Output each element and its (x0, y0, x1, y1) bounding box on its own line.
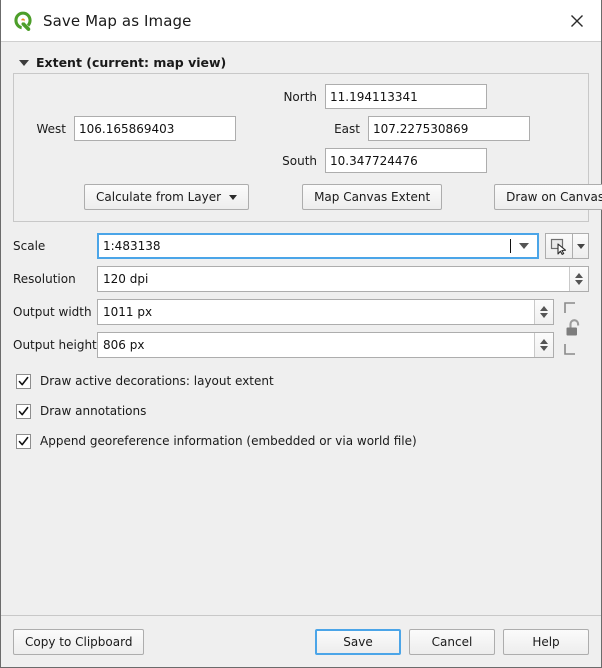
chevron-down-icon (229, 194, 238, 200)
checkbox-draw-decorations[interactable] (16, 373, 31, 389)
north-row: North (26, 84, 576, 109)
cancel-button[interactable]: Cancel (409, 628, 495, 655)
copy-to-clipboard-button[interactable]: Copy to Clipboard (13, 628, 145, 655)
extent-buttons-row: Calculate from Layer Map Canvas Extent D… (26, 184, 602, 210)
east-input[interactable] (368, 116, 530, 141)
output-width-stepper[interactable] (534, 300, 553, 324)
checkbox-append-georeference[interactable] (16, 433, 31, 449)
output-height-value: 806 px (103, 338, 145, 352)
scale-value: 1:483138 (103, 239, 161, 253)
output-width-value: 1011 px (103, 305, 153, 319)
help-button[interactable]: Help (503, 628, 589, 655)
chevron-down-icon (575, 280, 583, 285)
west-label: West (36, 121, 66, 136)
chevron-down-icon (540, 346, 548, 351)
south-label: South (282, 153, 317, 168)
chevron-up-icon (575, 273, 583, 278)
north-label: North (283, 89, 317, 104)
output-width-row: Output width 1011 px (13, 299, 554, 325)
calculate-from-layer-label: Calculate from Layer (96, 190, 222, 204)
extent-group-box: North West East South Calculate from Lay… (13, 73, 602, 222)
resolution-value: 120 dpi (103, 272, 149, 286)
dialog-title: Save Map as Image (43, 11, 192, 30)
dialog-body: Extent (current: map view) North West Ea… (1, 42, 602, 615)
checkbox-draw-annotations[interactable] (16, 403, 31, 419)
qgis-logo-icon (11, 9, 35, 33)
output-size-block: Output width 1011 px Output height 806 p… (13, 299, 589, 358)
resolution-stepper[interactable] (569, 267, 588, 291)
output-height-spinbox[interactable]: 806 px (97, 332, 554, 358)
draw-on-canvas-button[interactable]: Draw on Canvas (494, 184, 602, 210)
chevron-up-icon (540, 306, 548, 311)
output-height-row: Output height 806 px (13, 332, 554, 358)
option-draw-decorations[interactable]: Draw active decorations: layout extent (13, 370, 589, 392)
output-height-label: Output height (13, 338, 97, 352)
scale-dropdown-button[interactable] (511, 235, 537, 257)
west-input[interactable] (74, 116, 236, 141)
east-label: East (334, 121, 360, 136)
extent-group-header[interactable]: Extent (current: map view) (19, 55, 589, 70)
dialog-titlebar: Save Map as Image (1, 0, 601, 42)
scale-row: Scale 1:483138 (13, 233, 589, 259)
save-map-as-image-dialog: Save Map as Image Extent (current: map v… (0, 0, 602, 668)
output-size-fields: Output width 1011 px Output height 806 p… (13, 299, 554, 358)
map-canvas-extent-button[interactable]: Map Canvas Extent (302, 184, 443, 210)
south-input[interactable] (325, 148, 487, 173)
output-width-spinbox[interactable]: 1011 px (97, 299, 554, 325)
south-row: South (26, 148, 576, 173)
resolution-label: Resolution (13, 272, 76, 286)
chevron-up-icon (540, 339, 548, 344)
scale-label: Scale (13, 239, 46, 253)
unlocked-padlock-icon[interactable] (559, 299, 589, 358)
select-extent-cursor-icon[interactable] (545, 233, 573, 259)
chevron-down-icon (540, 313, 548, 318)
option-label-append-georeference: Append georeference information (embedde… (40, 434, 417, 448)
output-height-stepper[interactable] (534, 333, 553, 357)
chevron-down-icon[interactable] (19, 59, 29, 66)
option-append-georeference[interactable]: Append georeference information (embedde… (13, 430, 589, 452)
chevron-down-icon (576, 243, 585, 249)
close-icon[interactable] (559, 5, 595, 37)
west-east-row: West East (26, 116, 576, 141)
resolution-spinbox[interactable]: 120 dpi (97, 266, 589, 292)
chevron-down-icon (519, 243, 529, 249)
options-list: Draw active decorations: layout extent D… (13, 370, 589, 460)
calculate-from-layer-button[interactable]: Calculate from Layer (84, 184, 250, 210)
dialog-action-buttons: Save Cancel Help (315, 628, 589, 655)
north-input[interactable] (325, 84, 487, 109)
save-button[interactable]: Save (315, 628, 401, 655)
output-width-label: Output width (13, 305, 92, 319)
scale-combobox[interactable]: 1:483138 (97, 233, 539, 259)
dialog-button-bar: Copy to Clipboard Save Cancel Help (1, 615, 601, 667)
resolution-row: Resolution 120 dpi (13, 266, 589, 292)
option-draw-annotations[interactable]: Draw annotations (13, 400, 589, 422)
extent-group-title: Extent (current: map view) (36, 55, 227, 70)
option-label-draw-annotations: Draw annotations (40, 404, 147, 418)
select-extent-dropdown-button[interactable] (573, 233, 589, 259)
option-label-draw-decorations: Draw active decorations: layout extent (40, 374, 274, 388)
